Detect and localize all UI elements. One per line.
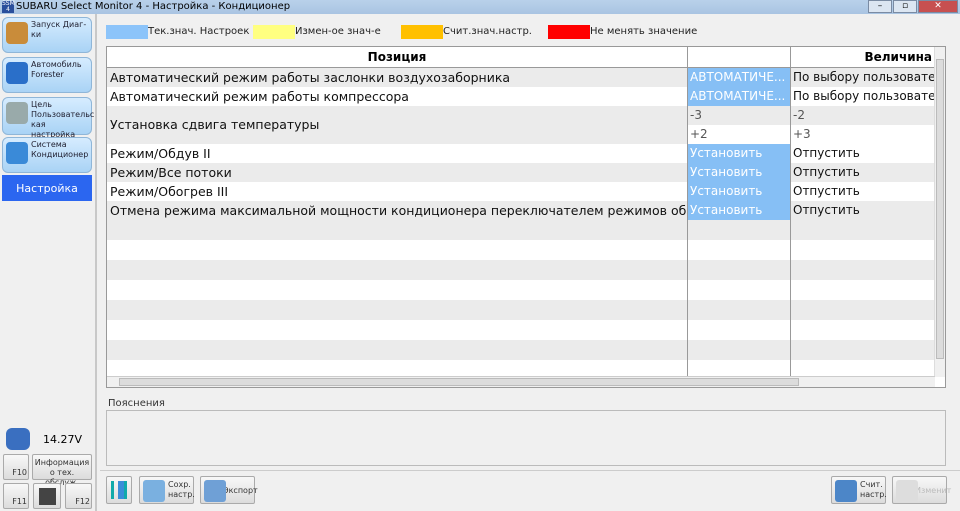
row-position: Отмена режима максимальной мощности конд… xyxy=(110,203,687,218)
nav-label: Система Кондиционер xyxy=(31,140,89,159)
change-button[interactable]: Изменит xyxy=(892,476,951,504)
title-bar: SSM 4 SUBARU Select Monitor 4 - Настройка… xyxy=(0,0,960,14)
back-arrow-icon xyxy=(111,481,127,499)
floppy-icon xyxy=(39,488,56,505)
maximize-button[interactable]: ▫ xyxy=(893,0,917,13)
maintenance-info-button[interactable]: Информация о тех. обслуж. xyxy=(32,454,92,487)
nav-label: Настройка xyxy=(16,182,78,195)
nav-label: Цель Пользовательс кая настройка xyxy=(31,100,95,139)
vertical-scrollbar[interactable] xyxy=(934,47,945,377)
minimize-button[interactable]: – xyxy=(868,0,892,13)
row-current-value[interactable]: Установить xyxy=(687,163,790,183)
window-title: SUBARU Select Monitor 4 - Настройка - Ко… xyxy=(16,1,291,12)
empty-row xyxy=(107,280,935,300)
row-value[interactable]: Отпустить xyxy=(790,201,935,220)
row-position: Установка сдвига температуры xyxy=(110,117,320,132)
nav-vehicle[interactable]: Автомобиль Forester xyxy=(2,57,92,93)
read-settings-icon xyxy=(835,480,857,502)
column-header-value[interactable]: Величина xyxy=(687,47,935,68)
magnifier-graph-icon xyxy=(6,102,28,124)
empty-row xyxy=(107,320,935,340)
legend-swatch-changed xyxy=(253,25,295,39)
row-position: Автоматический режим работы компрессора xyxy=(110,89,409,104)
legend-label: Тек.знач. Настроек xyxy=(148,26,250,37)
legend-label: Не менять значение xyxy=(590,26,698,37)
row-value[interactable]: -2 xyxy=(790,106,935,125)
row-current-value[interactable]: АВТОМАТИЧЕ... xyxy=(687,68,790,88)
empty-row xyxy=(107,340,935,360)
row-position: Автоматический режим работы заслонки воз… xyxy=(110,70,511,85)
voltage-readout: 14.27V xyxy=(43,433,83,446)
fkey-label: F10 xyxy=(12,468,27,477)
row-current-value[interactable]: -3 xyxy=(687,106,790,125)
legend-swatch-current xyxy=(106,25,148,39)
horizontal-scrollbar[interactable] xyxy=(107,376,935,387)
row-value[interactable]: По выбору пользовател xyxy=(790,87,935,106)
row-current-value[interactable]: Установить xyxy=(687,201,790,221)
row-current-value[interactable]: АВТОМАТИЧЕ... xyxy=(687,87,790,107)
row-current-value[interactable]: Установить xyxy=(687,182,790,202)
empty-row xyxy=(107,220,935,240)
export-icon xyxy=(204,480,226,502)
app-logo-icon: SSM 4 xyxy=(2,0,15,13)
row-value[interactable]: Отпустить xyxy=(790,163,935,182)
empty-row xyxy=(107,300,935,320)
f11-gear-button[interactable]: F11 xyxy=(3,483,29,509)
sidebar: Запуск Диаг-ки Автомобиль Forester Цель … xyxy=(0,14,97,511)
nav-system[interactable]: Система Кондиционер xyxy=(2,137,92,173)
row-current-value[interactable]: Установить xyxy=(687,144,790,164)
legend-swatch-read xyxy=(401,25,443,39)
row-value[interactable]: Отпустить xyxy=(790,144,935,163)
row-value[interactable]: Отпустить xyxy=(790,182,935,201)
nav-start-diag[interactable]: Запуск Диаг-ки xyxy=(2,17,92,53)
button-label: Изменит xyxy=(915,486,952,495)
change-cycle-icon xyxy=(896,480,918,502)
legend-label: Измен-ое знач-е xyxy=(295,26,381,37)
button-label: Экспорт xyxy=(223,486,258,495)
f12-button[interactable]: F12 xyxy=(65,483,92,509)
scroll-thumb[interactable] xyxy=(119,378,799,386)
car-check-icon xyxy=(6,62,28,84)
scroll-thumb[interactable] xyxy=(936,59,944,359)
save-settings-button[interactable]: Сохр. настр. xyxy=(139,476,195,504)
nav-target[interactable]: Цель Пользовательс кая настройка xyxy=(2,97,94,139)
notes-box[interactable] xyxy=(106,410,946,466)
close-button[interactable]: ✕ xyxy=(918,0,958,13)
settings-table: Позиция Величина Автоматический режим ра… xyxy=(106,46,946,388)
row-position: Режим/Обогрев III xyxy=(110,184,229,199)
nav-label: Автомобиль Forester xyxy=(31,60,82,79)
notes-label: Пояснения xyxy=(108,398,165,409)
export-button[interactable]: Экспорт xyxy=(200,476,258,504)
house-icon xyxy=(6,22,28,44)
save-disk-button[interactable] xyxy=(33,483,61,509)
legend-swatch-nochange xyxy=(548,25,590,39)
fkey-label: F12 xyxy=(75,497,90,506)
row-value[interactable]: +3 xyxy=(790,125,935,144)
empty-row xyxy=(107,240,935,260)
row-position: Режим/Все потоки xyxy=(110,165,232,180)
row-current-value[interactable]: +2 xyxy=(687,125,790,144)
row-value[interactable]: По выбору пользовател xyxy=(790,68,935,87)
nav-settings[interactable]: Настройка xyxy=(2,175,92,201)
fkey-label: F11 xyxy=(12,497,27,506)
button-label: Сохр. настр. xyxy=(168,480,195,499)
save-settings-icon xyxy=(143,480,165,502)
button-label: Счит. настр. xyxy=(860,480,887,499)
legend-label: Счит.знач.настр. xyxy=(443,26,532,37)
row-position: Режим/Обдув II xyxy=(110,146,211,161)
column-header-position[interactable]: Позиция xyxy=(107,47,687,68)
read-settings-button[interactable]: Счит. настр. xyxy=(831,476,887,504)
aircon-arrows-icon xyxy=(6,142,28,164)
empty-row xyxy=(107,260,935,280)
car-battery-icon xyxy=(6,428,30,450)
back-button[interactable] xyxy=(106,476,132,504)
f10-clipboard-button[interactable]: F10 xyxy=(3,454,29,480)
nav-label: Запуск Диаг-ки xyxy=(31,20,87,39)
